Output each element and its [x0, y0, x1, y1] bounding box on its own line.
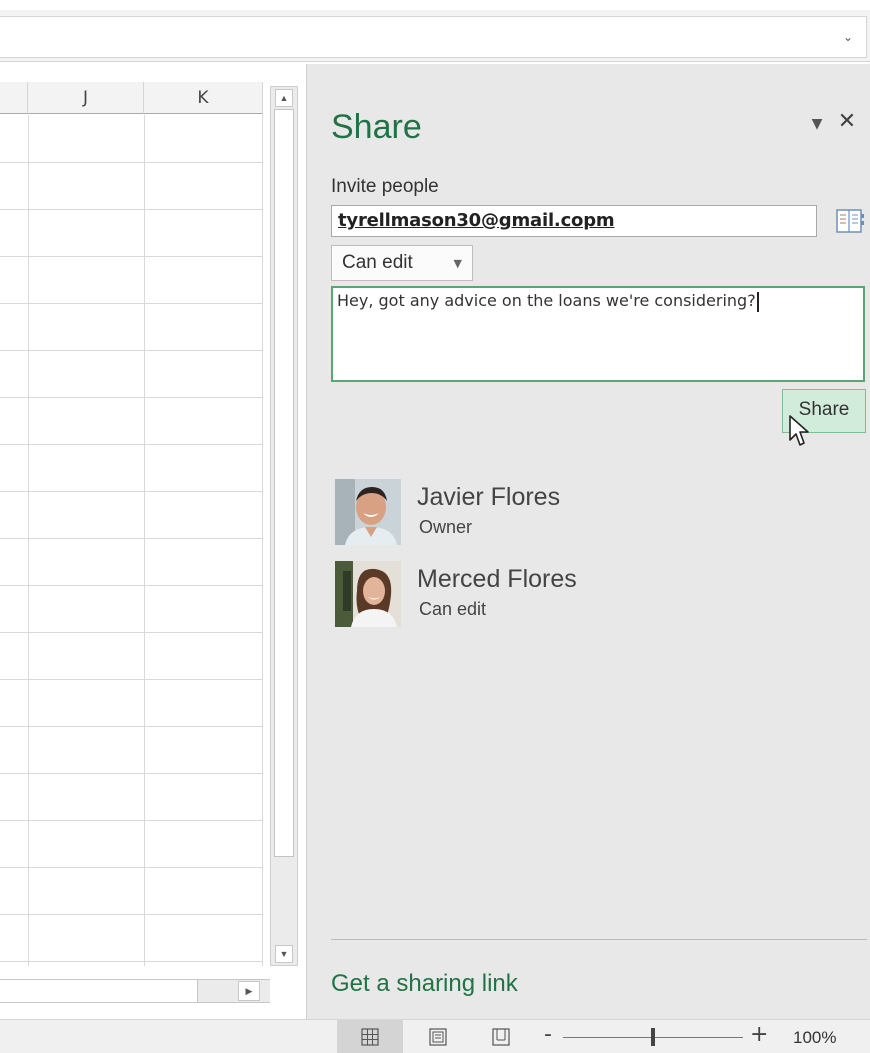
person-photo-icon [335, 561, 401, 627]
row-gridline [0, 585, 263, 586]
close-icon[interactable]: ✕ [835, 110, 859, 134]
row-gridline [0, 773, 263, 774]
pane-options-icon[interactable]: ▼ [807, 114, 827, 134]
row-gridline [0, 914, 263, 915]
vertical-scrollbar[interactable]: ▲ ▼ [270, 86, 298, 966]
top-margin [0, 0, 870, 10]
dropdown-arrow-icon: ▼ [453, 257, 462, 270]
normal-view-icon [361, 1028, 379, 1046]
person-photo-icon [335, 479, 401, 545]
column-gridline [262, 115, 263, 966]
column-gridline [28, 115, 29, 966]
header-spacer [0, 64, 263, 82]
address-book-icon[interactable] [834, 207, 864, 235]
person-item[interactable]: Javier Flores Owner [335, 479, 835, 545]
zoom-level[interactable]: 100% [793, 1028, 836, 1048]
worksheet-grid: J K [0, 64, 306, 1019]
person-item[interactable]: Merced Flores Can edit [335, 561, 835, 627]
zoom-in-icon[interactable]: + [750, 1022, 768, 1047]
get-sharing-link[interactable]: Get a sharing link [331, 970, 518, 998]
formula-input[interactable]: ⌄ [0, 16, 867, 58]
row-gridline [0, 491, 263, 492]
invite-label: Invite people [331, 176, 439, 197]
pane-divider [331, 939, 867, 940]
share-pane: Share ▼ ✕ Invite people tyrellmason30@gm… [306, 64, 870, 1019]
row-gridline [0, 726, 263, 727]
pane-title: Share [331, 108, 422, 146]
mouse-pointer-icon [789, 415, 809, 446]
column-header-i[interactable] [0, 82, 28, 114]
scroll-up-arrow-icon[interactable]: ▲ [275, 89, 293, 107]
row-gridline [0, 444, 263, 445]
scroll-down-arrow-icon[interactable]: ▼ [275, 945, 293, 963]
scroll-right-arrow-icon[interactable]: ▶ [238, 981, 260, 1001]
person-name: Javier Flores [417, 483, 561, 511]
message-text: Hey, got any advice on the loans we're c… [337, 291, 756, 310]
column-gridline [144, 115, 145, 966]
message-textarea[interactable]: Hey, got any advice on the loans we're c… [331, 286, 865, 382]
page-layout-icon[interactable] [429, 1028, 447, 1046]
row-gridline [0, 961, 263, 962]
formula-bar: ⌄ [0, 10, 870, 62]
row-gridline [0, 679, 263, 680]
row-gridline [0, 209, 263, 210]
chevron-down-icon[interactable]: ⌄ [840, 29, 856, 45]
page-break-preview-icon[interactable] [492, 1028, 510, 1046]
row-gridline [0, 820, 263, 821]
excel-window: ⌄ J K ▲ ▼ ▶ Share ▼ ✕ Invite people tyre… [0, 0, 870, 1053]
scroll-thumb[interactable] [274, 109, 294, 857]
horizontal-scroll-track[interactable] [0, 979, 198, 1003]
column-header-j[interactable]: J [28, 82, 144, 114]
person-role: Owner [419, 517, 473, 537]
row-gridline [0, 162, 263, 163]
row-gridline [0, 538, 263, 539]
person-role: Can edit [419, 599, 487, 619]
row-gridline [0, 303, 263, 304]
person-name: Merced Flores [417, 565, 577, 593]
status-bar: - + 100% [0, 1019, 870, 1053]
row-gridline [0, 256, 263, 257]
text-caret [756, 291, 759, 312]
permission-selected: Can edit [342, 252, 413, 273]
column-header-k[interactable]: K [144, 82, 263, 114]
row-gridline [0, 632, 263, 633]
zoom-out-icon[interactable]: - [544, 1022, 552, 1047]
zoom-slider-thumb[interactable] [651, 1028, 655, 1046]
row-gridline [0, 350, 263, 351]
normal-view-button[interactable] [337, 1020, 403, 1053]
permission-dropdown[interactable]: Can edit ▼ [331, 245, 473, 281]
cell-area[interactable] [0, 115, 263, 966]
row-gridline [0, 397, 263, 398]
row-gridline [0, 867, 263, 868]
invite-email-field[interactable]: tyrellmason30@gmail.copm [331, 205, 817, 237]
